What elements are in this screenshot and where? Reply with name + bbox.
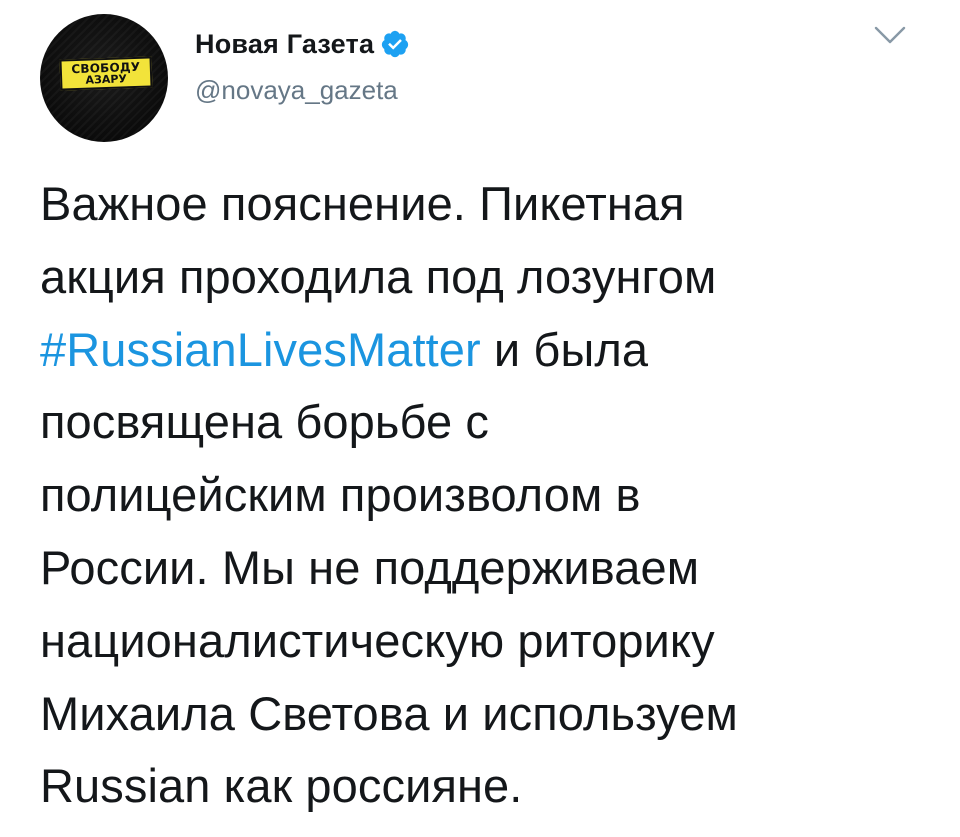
tweet-text-line: посвящена борьбе с xyxy=(40,395,489,449)
tweet-text-fragment: и была xyxy=(480,322,649,376)
username-handle[interactable]: @novaya_gazeta xyxy=(195,75,398,106)
tweet-text-line: #RussianLivesMatter и была xyxy=(40,314,930,387)
tweet-text-line: России. Мы не поддерживаем xyxy=(40,540,700,594)
tweet-card: СВОБОДУ АЗАРУ Новая Газета @novaya_gazet… xyxy=(0,0,960,837)
hashtag-link[interactable]: #RussianLivesMatter xyxy=(40,323,481,376)
tweet-text-line: Russian как россияне. xyxy=(40,759,523,813)
tweet-text: Важное пояснение. Пикетная акция проходи… xyxy=(40,168,930,823)
avatar-logo: СВОБОДУ АЗАРУ xyxy=(59,56,153,91)
verified-badge-icon xyxy=(382,30,409,58)
chevron-down-icon[interactable] xyxy=(872,24,908,48)
avatar[interactable]: СВОБОДУ АЗАРУ xyxy=(40,14,168,142)
tweet-text-line: Михаила Светова и используем xyxy=(40,686,738,740)
tweet-text-line: полицейским произволом в xyxy=(40,468,641,522)
display-name[interactable]: Новая Газета xyxy=(195,29,374,60)
tweet-text-line: националистическую риторику xyxy=(40,613,715,667)
name-row: Новая Газета xyxy=(195,24,410,64)
tweet-text-line: акция проходила под лозунгом xyxy=(40,249,717,303)
tweet-text-line: Важное пояснение. Пикетная xyxy=(40,177,685,230)
